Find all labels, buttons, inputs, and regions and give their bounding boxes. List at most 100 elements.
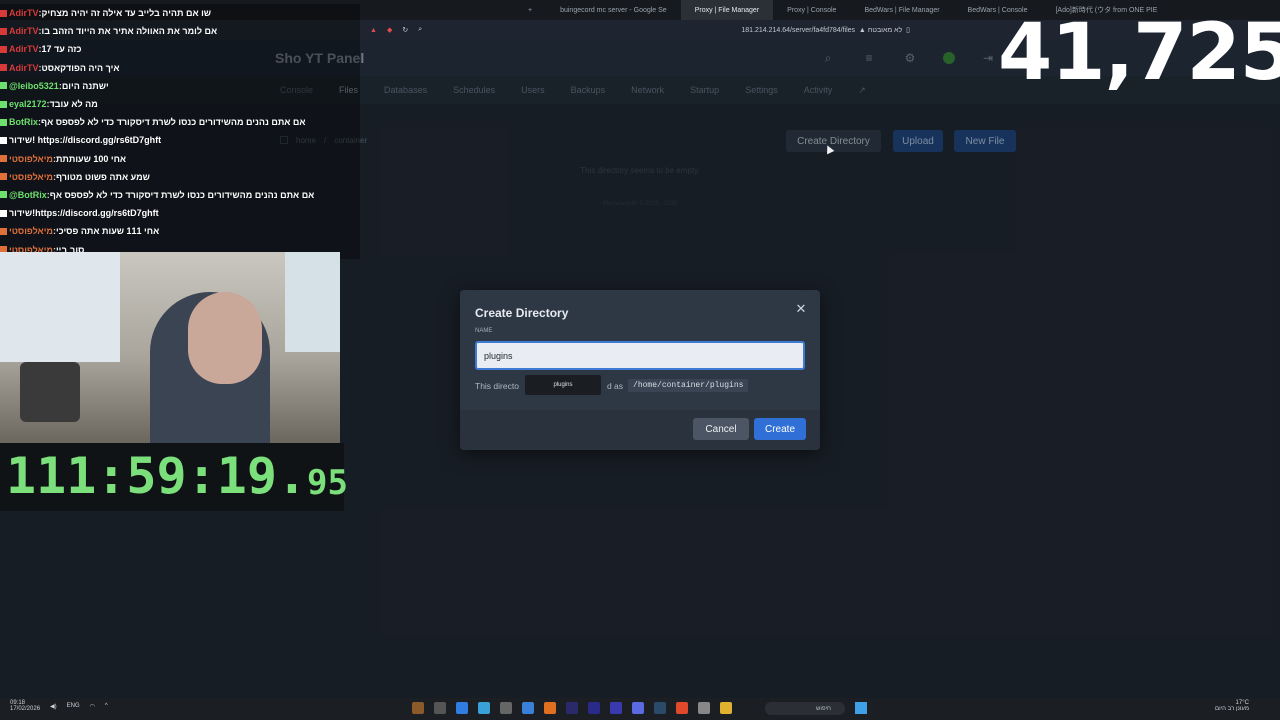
stream-chat: AdirTV : שו אם תהיה בלייב עד אילה זה יהי…: [0, 4, 360, 259]
app-icon[interactable]: [588, 702, 600, 714]
chat-message: איך היה הפודקאסט: [41, 62, 120, 73]
chat-message: שידור! https://discord.gg/rs6tD7ghft: [9, 135, 162, 146]
badge-icon: [0, 155, 7, 163]
browser-tab[interactable]: Proxy | File Manager: [680, 0, 774, 20]
lock-icon: ▲: [858, 27, 866, 34]
app-icon[interactable]: [632, 702, 644, 714]
search-icon[interactable]: ⌕: [418, 26, 422, 34]
app-icon[interactable]: [654, 702, 666, 714]
badge-icon: [0, 9, 7, 17]
url-text[interactable]: 181.214.214.64/server/fa4fd784/files: [741, 27, 855, 34]
browser-tab[interactable]: buingecord mc server - Google Se: [546, 0, 681, 20]
reload-icon[interactable]: ↻: [402, 26, 408, 34]
badge-icon: [0, 173, 7, 181]
app-icon[interactable]: [478, 702, 490, 714]
app-icon[interactable]: [434, 702, 446, 714]
app-icon[interactable]: [698, 702, 710, 714]
address-bar[interactable]: ▲ ◆ ↻ ⌕ 181.214.214.64/server/fa4fd784/f…: [340, 20, 940, 40]
close-icon[interactable]: ✕: [794, 301, 808, 316]
window-left: [0, 252, 120, 362]
badge-icon: [0, 100, 7, 108]
chat-line: AdirTV : שו אם תהיה בלייב עד אילה זה יהי…: [0, 4, 360, 23]
chat-username: מיאלפוסטי: [9, 226, 53, 237]
warning-icon[interactable]: ▲: [370, 27, 377, 34]
chat-line: @BotRix : אם אתם נהנים מהשידורים כנסו לש…: [0, 185, 360, 205]
app-icon[interactable]: [456, 702, 468, 714]
chat-message: שו אם תהיה בלייב עד אילה זה יהיה מצחיק: [41, 8, 212, 19]
security-label: לא מאובטח: [867, 27, 903, 34]
chat-username: AdirTV: [9, 62, 39, 73]
brave-icon[interactable]: [676, 702, 688, 714]
clock[interactable]: 09:18 17/02/2026: [10, 700, 40, 712]
taskbar-left: 09:18 17/02/2026 ◀) ENG ◠ ^: [10, 700, 108, 712]
volume-icon[interactable]: ◀): [50, 703, 57, 710]
chat-username: AdirTV: [9, 26, 39, 37]
hint-end: d as: [606, 380, 624, 391]
chat-message: שידור!https://discord.gg/rs6tD7ghft: [9, 208, 159, 219]
modal-title: Create Directory: [475, 306, 569, 320]
create-button[interactable]: Create: [754, 418, 806, 440]
webcam-feed: [0, 252, 340, 443]
windows-start-icon[interactable]: [855, 702, 867, 714]
taskbar-apps: [412, 702, 732, 714]
chat-username: מיאלפוסטי: [9, 153, 53, 164]
chat-line: BotRix : אם אתם נהנים מהשידורים כנסו לשר…: [0, 113, 360, 132]
chat-line: שידור!https://discord.gg/rs6tD7ghft: [0, 204, 360, 223]
chat-message: אם לומר את האוולה אתיר את הייוד הזהב בו: [41, 26, 218, 37]
cancel-button[interactable]: Cancel: [693, 418, 749, 440]
chat-username: @leibo5321: [9, 80, 59, 91]
bookmark-icon[interactable]: ▯: [906, 27, 910, 34]
tray-chevron-icon[interactable]: ^: [105, 703, 108, 709]
language-indicator[interactable]: ENG: [67, 703, 80, 709]
chat-line: eyal2172 : מה לא עובד: [0, 94, 360, 114]
chat-line: שידור! https://discord.gg/rs6tD7ghft: [0, 131, 360, 150]
taskbar-search[interactable]: חיפוש: [765, 702, 845, 715]
chat-message: כזה עד 17: [41, 44, 82, 55]
stream-timer: 111:59:19. 95: [0, 443, 348, 511]
shield-icon[interactable]: ◆: [387, 26, 392, 34]
badge-icon: [0, 45, 7, 53]
badge-icon: [0, 82, 7, 90]
chat-line: מיאלפוסטי : שמע אתה פשוט מטורף: [0, 167, 360, 186]
badge-icon: [0, 136, 7, 144]
chat-message: מה לא עובד: [49, 99, 98, 110]
name-label: NAME: [475, 328, 493, 334]
chat-line: AdirTV : כזה עד 17: [0, 40, 360, 59]
timer-main: 111:59:19.: [6, 447, 308, 505]
chat-line: מיאלפוסטי : אחי 100 שעותתת: [0, 149, 360, 168]
badge-icon: [0, 209, 7, 217]
directory-path: /home/container/plugins: [628, 379, 749, 392]
badge-icon: [0, 64, 7, 72]
autocomplete-tooltip[interactable]: plugins: [525, 375, 601, 395]
app-icon[interactable]: [522, 702, 534, 714]
hint-start: This directo: [475, 380, 519, 391]
chair: [20, 362, 80, 422]
chat-line: מיאלפוסטי : אחי 111 שעות אתה פסיכי: [0, 222, 360, 241]
chat-line: @leibo5321 : ישתנה היום: [0, 76, 360, 95]
chat-username: AdirTV: [9, 8, 39, 19]
badge-icon: [0, 118, 7, 126]
app-icon[interactable]: [412, 702, 424, 714]
wifi-icon[interactable]: ◠: [90, 703, 95, 710]
chat-username: AdirTV: [9, 44, 39, 55]
chat-message: ישתנה היום: [61, 80, 109, 91]
create-directory-modal: Create Directory ✕ NAME This directo d a…: [460, 290, 820, 450]
app-icon[interactable]: [566, 702, 578, 714]
viewer-counter: 41,725: [998, 8, 1280, 98]
clock-date: 17/02/2026: [10, 706, 41, 712]
window-right: [285, 252, 340, 352]
chat-line: AdirTV : אם לומר את האוולה אתיר את הייוד…: [0, 22, 360, 41]
directory-name-input[interactable]: [475, 341, 805, 370]
browser-tab[interactable]: BedWars | File Manager: [850, 0, 953, 20]
app-icon[interactable]: [500, 702, 512, 714]
chat-username: eyal2172: [9, 99, 47, 110]
folder-icon[interactable]: [720, 702, 732, 714]
browser-tab[interactable]: Proxy | Console: [773, 0, 850, 20]
app-icon[interactable]: [610, 702, 622, 714]
badge-icon: [0, 227, 7, 235]
chat-message: אם אתם נהנים מהשידורים כנסו לשרת דיסקורד…: [41, 117, 306, 128]
chat-message: שמע אתה פשוט מטורף: [55, 171, 150, 182]
app-icon[interactable]: [544, 702, 556, 714]
search-placeholder: חיפוש: [816, 705, 831, 712]
weather-widget[interactable]: 17°C מעונן רב היום: [1215, 700, 1249, 712]
